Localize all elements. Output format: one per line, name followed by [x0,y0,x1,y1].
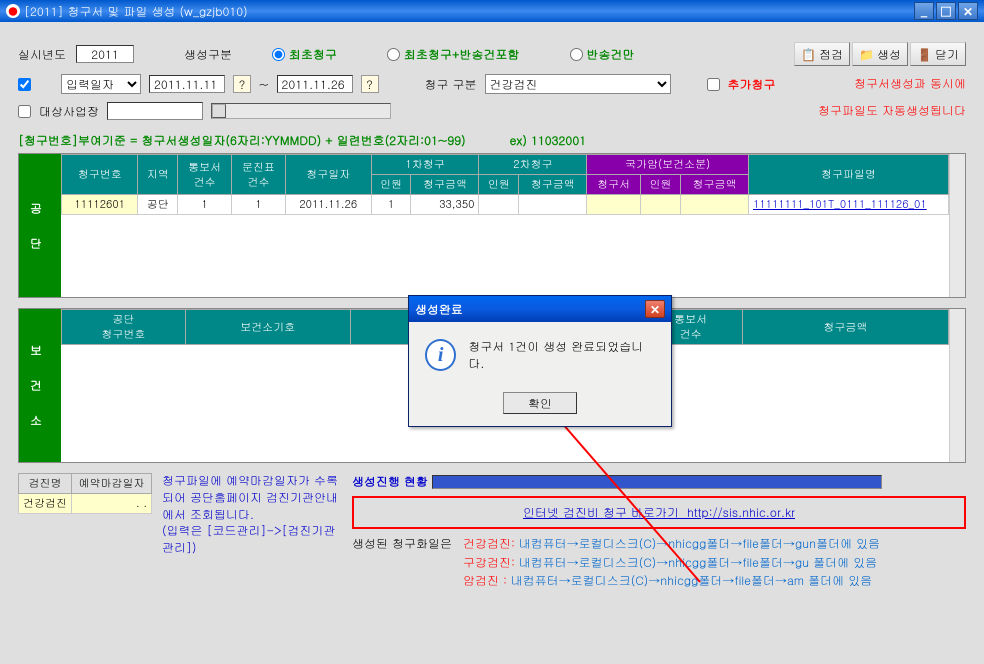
add-label: 추가청구 [728,76,776,93]
target-input[interactable] [107,102,203,120]
year-label: 실시년도 [18,46,66,63]
note-text: 청구파일에 예약마감일자가 수록되어 공단홈페이지 검진기관안내에서 조회됩니다… [162,473,342,591]
formula-example: ex) 11032001 [510,132,586,149]
date-type-select[interactable]: 입력일자 [61,74,141,94]
info-line1: 청구서생성과 동시에 [854,75,966,93]
link-box: 인터넷 검진비 청구 바로가기 http://sis.nhic.or.kr [352,496,966,529]
table-row[interactable]: 11112601 공단 1 1 2011.11.26 1 33,350 1111… [62,195,949,215]
date-from-picker[interactable]: ? [233,75,251,93]
window-close-button[interactable]: ✕ [958,2,978,20]
maximize-button[interactable]: □ [936,2,956,20]
minimize-button[interactable]: _ [914,2,934,20]
dialog-title: 생성완료 [415,301,463,318]
gongdan-sidebar: 공단 [19,154,61,297]
cgtype-label: 청구 구분 [425,76,477,93]
radio-initial-return[interactable] [387,48,400,61]
info-icon: i [425,339,456,371]
reserve-table: 검진명예약마감일자 건강검진. . [18,473,152,514]
paths-label: 생성된 청구화일은 [352,535,452,552]
year-input[interactable] [76,45,134,63]
radio-return-only[interactable] [570,48,583,61]
gongdan-table: 청구번호 지역 통보서 건수 문진표 건수 청구일자 1차청구 2차청구 국가암… [61,154,949,215]
table-row[interactable]: 건강검진. . [19,494,152,514]
progress-bar [432,475,882,489]
generate-button[interactable]: 📁생성 [852,42,908,66]
scrollbar[interactable] [949,309,965,462]
info-line2: 청구파일도 자동생성됩니다 [818,102,966,120]
dialog-close-button[interactable]: ✕ [645,300,665,318]
window-titlebar: ● [2011] 청구서 및 파일 생성 (w_gzjb010) _ □ ✕ [0,0,984,22]
radio-initial-label: 최초청구 [289,46,337,63]
dialog-ok-button[interactable]: 확인 [503,392,577,414]
target-checkbox[interactable] [18,105,31,118]
portal-link[interactable]: 인터넷 검진비 청구 바로가기 http://sis.nhic.or.kr [523,504,795,521]
close-button[interactable]: 🚪닫기 [910,42,966,66]
app-icon: ● [6,4,20,18]
add-checkbox[interactable] [707,78,720,91]
formula-text: [청구번호]부여기준 = 청구서생성일자(6자리:YYMMDD) + 일련번호(… [18,132,466,149]
cgtype-select[interactable]: 건강검진 [485,74,671,94]
check-button[interactable]: 📋점검 [794,42,850,66]
target-slider[interactable] [211,103,391,119]
dialog-message: 청구서 1건이 생성 완료되었습니다. [468,338,655,372]
scrollbar[interactable] [949,154,965,297]
progress-label: 생성진행 현황 [352,473,428,490]
date-from-input[interactable] [149,75,225,93]
gentype-label: 생성구분 [184,46,232,63]
radio-initial[interactable] [272,48,285,61]
completion-dialog: 생성완료 ✕ i 청구서 1건이 생성 완료되었습니다. 확인 [408,295,672,427]
date-to-input[interactable] [277,75,353,93]
gongdan-table-wrap: 공단 청구번호 지역 통보서 건수 문진표 건수 청구일자 1차청구 2차청구 … [18,153,966,298]
target-label: 대상사업장 [39,103,99,120]
date-to-picker[interactable]: ? [361,75,379,93]
window-title: [2011] 청구서 및 파일 생성 (w_gzjb010) [24,3,248,20]
radio-return-only-label: 반송건만 [587,46,635,63]
enable-date-checkbox[interactable] [18,78,31,91]
bogeon-sidebar: 보건소 [19,309,61,462]
radio-initial-return-label: 최초청구+반송건포함 [404,46,520,63]
